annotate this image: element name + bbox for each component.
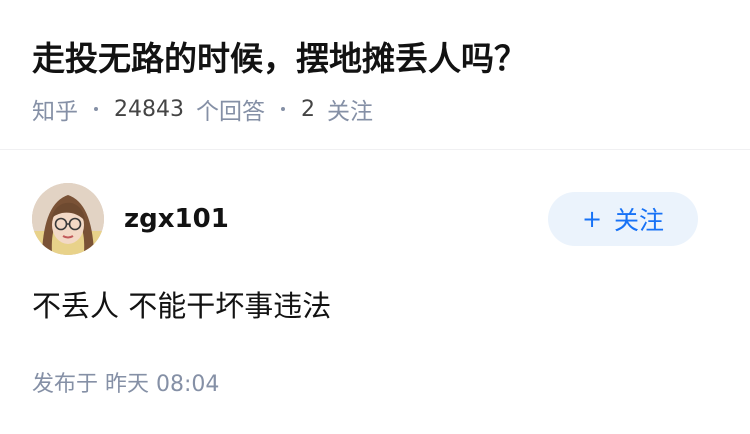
follow-button-label: 关注 xyxy=(614,206,665,235)
answer-count-label: 个回答 xyxy=(196,99,265,125)
meta-separator-dot xyxy=(94,107,98,111)
published-time: 昨天 08:04 xyxy=(105,372,220,397)
follow-button[interactable]: + 关注 xyxy=(548,192,698,246)
question-title[interactable]: 走投无路的时候，摆地摊丢人吗？ xyxy=(32,36,527,82)
source-label[interactable]: 知乎 xyxy=(32,92,78,126)
avatar[interactable] xyxy=(32,183,104,255)
question-header: 走投无路的时候，摆地摊丢人吗？ 知乎 24843 个回答 2 关注 xyxy=(0,0,750,150)
author-row: zgx101 + 关注 xyxy=(32,183,718,257)
avatar-photo-icon xyxy=(32,183,104,255)
published-label: 发布于 xyxy=(32,372,99,397)
publish-info: 发布于 昨天 08:04 xyxy=(32,369,219,401)
answer-content[interactable]: 不丢人 不能干坏事违法 xyxy=(32,286,331,326)
author-name[interactable]: zgx101 xyxy=(124,201,229,237)
answer-count: 24843 xyxy=(114,96,184,122)
question-meta: 知乎 24843 个回答 2 关注 xyxy=(32,92,373,126)
plus-icon: + xyxy=(581,205,603,233)
meta-separator-dot xyxy=(281,107,285,111)
follow-count-label: 关注 xyxy=(327,99,373,125)
follow-count: 2 xyxy=(301,96,315,122)
